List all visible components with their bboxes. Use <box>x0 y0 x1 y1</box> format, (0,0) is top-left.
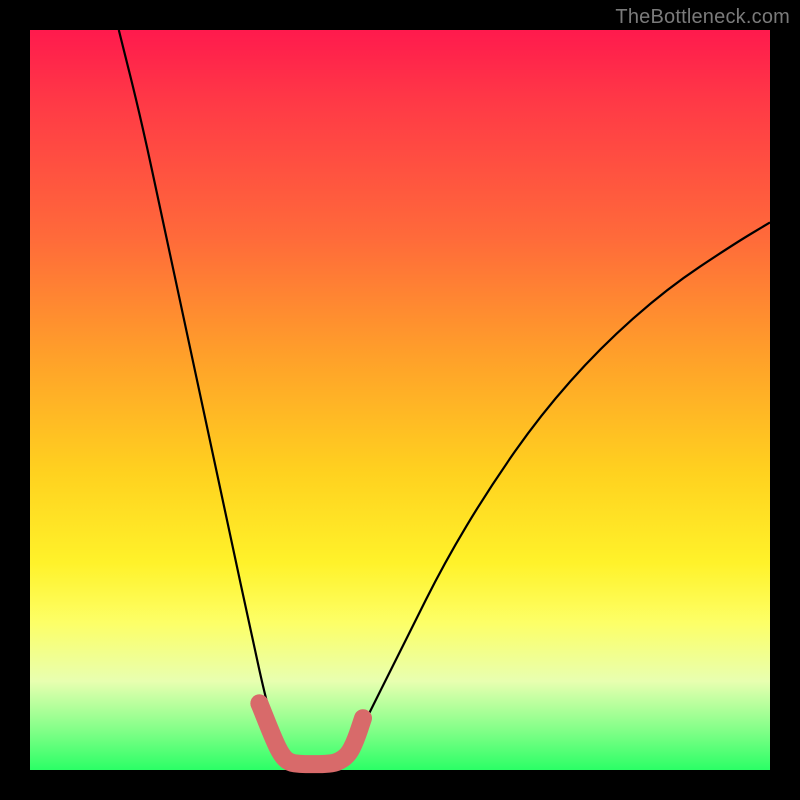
left-curve-path <box>119 30 289 763</box>
curve-layer <box>30 30 770 770</box>
chart-frame: TheBottleneck.com <box>0 0 800 800</box>
valley-outline-path <box>259 703 363 764</box>
right-curve-path <box>341 222 770 762</box>
plot-area <box>30 30 770 770</box>
watermark-text: TheBottleneck.com <box>615 6 790 29</box>
valley-dot <box>250 694 268 712</box>
